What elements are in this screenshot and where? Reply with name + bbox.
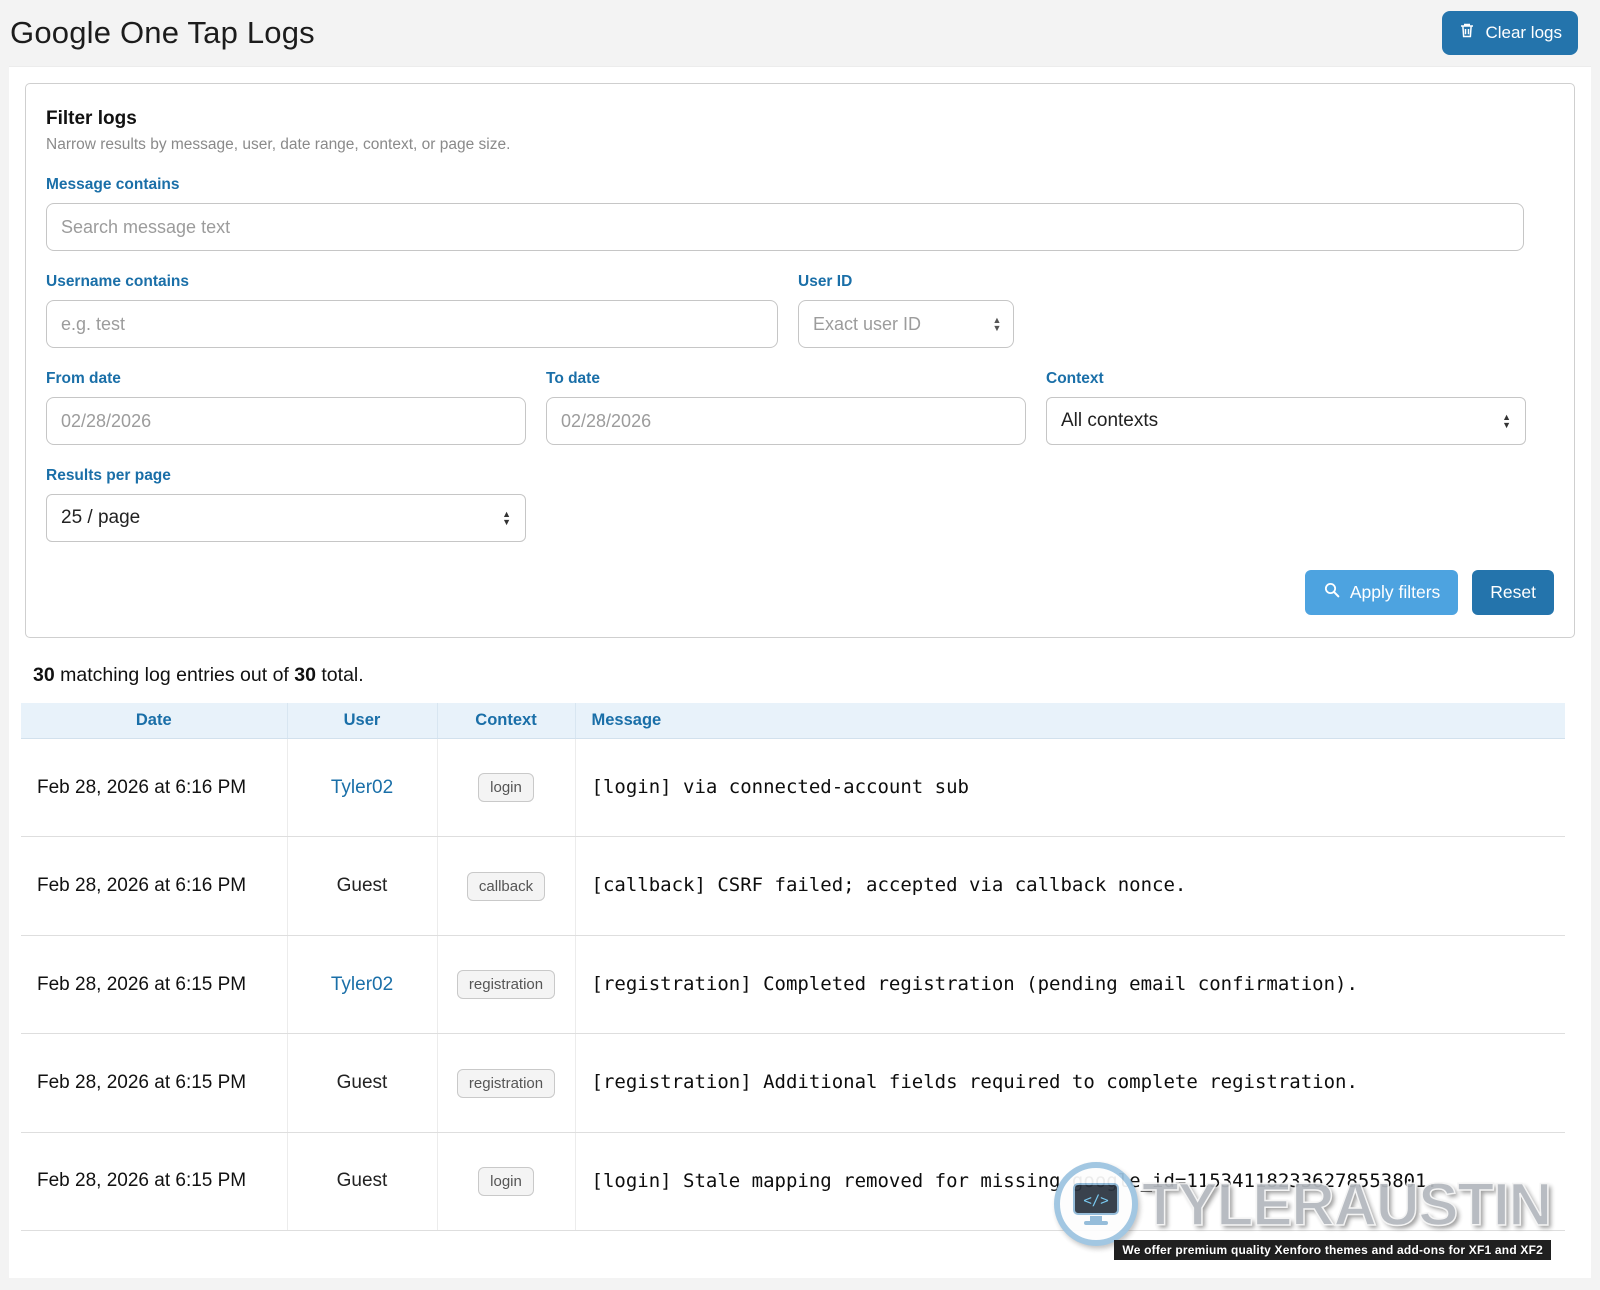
log-user: Guest (287, 1034, 437, 1132)
log-message: [login] via connected-account sub (575, 739, 1565, 837)
column-header-date: Date (21, 703, 287, 739)
apply-filters-label: Apply filters (1350, 582, 1440, 603)
user-id-label: User ID (798, 273, 1014, 291)
log-message: [callback] CSRF failed; accepted via cal… (575, 837, 1565, 935)
select-caret-icon: ▲▼ (502, 510, 511, 526)
log-message: [registration] Additional fields require… (575, 1034, 1565, 1132)
context-select[interactable]: All contexts ▲▼ (1046, 397, 1526, 445)
log-context: registration (437, 1034, 575, 1132)
from-date-label: From date (46, 370, 526, 388)
log-context: callback (437, 837, 575, 935)
filter-panel: Filter logs Narrow results by message, u… (25, 83, 1575, 638)
log-user-link[interactable]: Tyler02 (287, 739, 437, 837)
filter-subtitle: Narrow results by message, user, date ra… (46, 136, 1554, 154)
table-row: Feb 28, 2026 at 6:16 PM Tyler02 login [l… (21, 739, 1565, 837)
results-per-page-label: Results per page (46, 467, 1554, 485)
log-message: [login] Stale mapping removed for missin… (575, 1132, 1565, 1230)
from-date-input[interactable] (46, 397, 526, 445)
log-user: Guest (287, 1132, 437, 1230)
select-caret-icon: ▲▼ (1502, 413, 1511, 429)
user-id-input[interactable] (798, 300, 1014, 348)
context-badge: registration (457, 970, 555, 999)
watermark-tagline: We offer premium quality Xenforo themes … (1114, 1240, 1551, 1260)
username-contains-input[interactable] (46, 300, 778, 348)
log-date: Feb 28, 2026 at 6:16 PM (21, 739, 287, 837)
table-row: Feb 28, 2026 at 6:15 PM Tyler02 registra… (21, 935, 1565, 1033)
apply-filters-button[interactable]: Apply filters (1305, 570, 1458, 615)
results-per-page-value: 25 / page (61, 507, 140, 529)
column-header-context: Context (437, 703, 575, 739)
context-badge: login (478, 773, 534, 802)
log-user-link[interactable]: Tyler02 (287, 935, 437, 1033)
log-user: Guest (287, 837, 437, 935)
number-stepper-icon[interactable]: ▲▼ (989, 312, 1005, 336)
results-summary: 30 matching log entries out of 30 total. (33, 664, 1567, 687)
clear-logs-button[interactable]: Clear logs (1442, 11, 1578, 55)
context-badge: login (478, 1167, 534, 1196)
username-contains-label: Username contains (46, 273, 778, 291)
context-select-value: All contexts (1061, 410, 1158, 432)
log-message: [registration] Completed registration (p… (575, 935, 1565, 1033)
log-date: Feb 28, 2026 at 6:16 PM (21, 837, 287, 935)
log-context: login (437, 739, 575, 837)
to-date-label: To date (546, 370, 1026, 388)
context-badge: registration (457, 1069, 555, 1098)
trash-icon (1458, 21, 1476, 45)
table-header-row: Date User Context Message (21, 703, 1565, 739)
page-header: Google One Tap Logs Clear logs (0, 0, 1600, 66)
results-per-page-select[interactable]: 25 / page ▲▼ (46, 494, 526, 542)
filter-title: Filter logs (46, 108, 1554, 130)
message-contains-label: Message contains (46, 176, 1554, 194)
reset-button[interactable]: Reset (1472, 570, 1554, 615)
page-title: Google One Tap Logs (10, 15, 315, 51)
column-header-message: Message (575, 703, 1565, 739)
column-header-user: User (287, 703, 437, 739)
log-date: Feb 28, 2026 at 6:15 PM (21, 935, 287, 1033)
table-row: Feb 28, 2026 at 6:15 PM Guest login [log… (21, 1132, 1565, 1230)
context-label: Context (1046, 370, 1526, 388)
context-badge: callback (467, 872, 545, 901)
to-date-input[interactable] (546, 397, 1026, 445)
main-panel: Filter logs Narrow results by message, u… (9, 66, 1591, 1278)
table-row: Feb 28, 2026 at 6:16 PM Guest callback [… (21, 837, 1565, 935)
log-context: registration (437, 935, 575, 1033)
log-date: Feb 28, 2026 at 6:15 PM (21, 1132, 287, 1230)
log-date: Feb 28, 2026 at 6:15 PM (21, 1034, 287, 1132)
clear-logs-label: Clear logs (1485, 23, 1562, 43)
table-row: Feb 28, 2026 at 6:15 PM Guest registrati… (21, 1034, 1565, 1132)
log-context: login (437, 1132, 575, 1230)
log-table: Date User Context Message Feb 28, 2026 a… (21, 703, 1565, 1231)
search-icon (1323, 581, 1341, 604)
message-contains-input[interactable] (46, 203, 1524, 251)
